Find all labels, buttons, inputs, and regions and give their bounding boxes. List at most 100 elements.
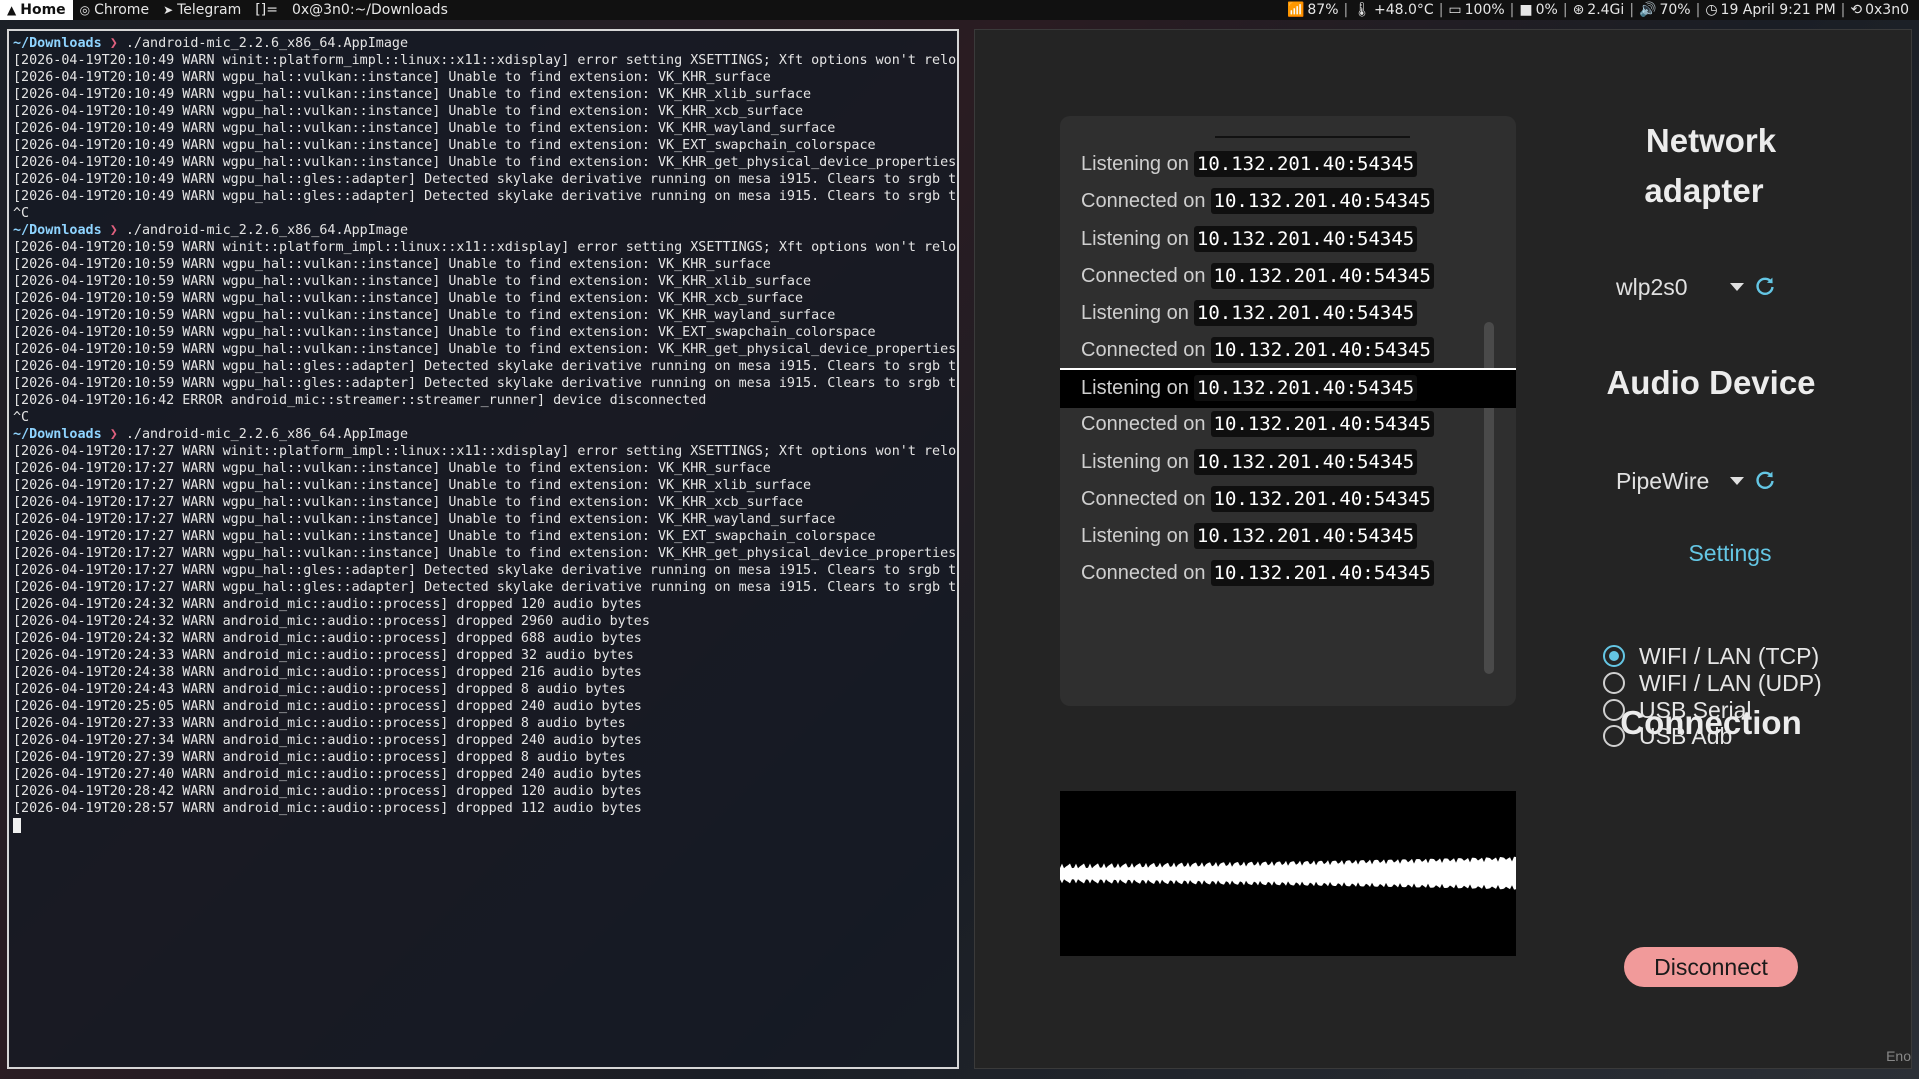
terminal-window[interactable]: ~/Downloads ❯ ./android-mic_2.2.6_x86_64… [7, 29, 959, 1069]
prompt-command: ./android-mic_2.2.6_x86_64.AppImage [125, 223, 409, 238]
terminal-line: [2026-04-19T20:27:39 WARN android_mic::a… [13, 750, 626, 765]
terminal-line: [2026-04-19T20:10:59 WARN wgpu_hal::vulk… [13, 257, 771, 272]
battery-status: ▭ 100% [1448, 2, 1505, 18]
log-divider [1215, 136, 1410, 138]
log-status-text: Connected on [1081, 264, 1206, 287]
connection-option[interactable]: WIFI / LAN (TCP) [1603, 642, 1819, 670]
log-row[interactable]: Listening on 10.132.201.40:54345 [1060, 144, 1516, 184]
log-address: 10.132.201.40:54345 [1193, 151, 1418, 177]
audio-device-title: Audio Device [1606, 364, 1816, 401]
log-address: 10.132.201.40:54345 [1210, 560, 1434, 586]
window-title: 0x@3n0:~/Downloads [291, 2, 448, 18]
log-status-text: Listening on [1081, 301, 1189, 324]
radio-unchecked-icon[interactable] [1603, 699, 1625, 721]
network-refresh-icon[interactable] [1753, 274, 1777, 298]
log-status-text: Listening on [1081, 450, 1189, 473]
terminal-line: [2026-04-19T20:17:27 WARN wgpu_hal::vulk… [13, 512, 836, 527]
terminal-line: [2026-04-19T20:17:27 WARN wgpu_hal::vulk… [13, 529, 876, 544]
terminal-line: [2026-04-19T20:17:27 WARN winit::platfor… [13, 444, 957, 459]
terminal-line: [2026-04-19T20:24:32 WARN android_mic::a… [13, 614, 650, 629]
audio-device-select[interactable]: PipeWire [1616, 466, 1756, 496]
terminal-line: [2026-04-19T20:17:27 WARN wgpu_hal::vulk… [13, 546, 957, 561]
chevron-down-icon [1730, 477, 1744, 485]
log-address: 10.132.201.40:54345 [1210, 486, 1434, 512]
connection-option-label: USB Serial [1639, 696, 1752, 723]
memory-icon: ⊛ [1572, 2, 1585, 18]
arch-icon: ▲ [7, 3, 17, 17]
thermometer-icon: 🌡 [1353, 2, 1371, 18]
settings-link[interactable]: Settings [1670, 540, 1790, 567]
connection-option[interactable]: USB Serial [1603, 696, 1751, 724]
terminal-line: [2026-04-19T20:10:59 WARN wgpu_hal::vulk… [13, 274, 812, 289]
log-row[interactable]: Connected on 10.132.201.40:54345 [1060, 330, 1516, 370]
telegram-icon: ➤ [163, 3, 174, 17]
radio-unchecked-icon[interactable] [1603, 725, 1625, 747]
terminal-line: [2026-04-19T20:10:59 WARN winit::platfor… [13, 240, 957, 255]
log-status-text: Listening on [1081, 152, 1189, 175]
radio-unchecked-icon[interactable] [1603, 672, 1625, 694]
log-address: 10.132.201.40:54345 [1210, 411, 1434, 437]
terminal-line: [2026-04-19T20:10:59 WARN wgpu_hal::gles… [13, 376, 957, 391]
workspace-chrome[interactable]: ◎ Chrome [73, 0, 156, 20]
terminal-line: [2026-04-19T20:17:27 WARN wgpu_hal::gles… [13, 563, 957, 578]
log-row[interactable]: Listening on 10.132.201.40:54345 [1060, 516, 1516, 556]
radio-checked-icon[interactable] [1603, 645, 1625, 667]
log-address: 10.132.201.40:54345 [1193, 226, 1418, 252]
network-adapter-title: Network adapter [1644, 122, 1777, 209]
log-status-text: Connected on [1081, 338, 1206, 361]
workspace-telegram[interactable]: ➤ Telegram [156, 0, 248, 20]
terminal-line: ^C [13, 206, 30, 221]
temp-status: 🌡 +48.0°C [1353, 2, 1434, 18]
terminal-prompt-line: ~/Downloads ❯ ./android-mic_2.2.6_x86_64… [13, 222, 957, 239]
disconnect-button[interactable]: Disconnect [1624, 947, 1798, 987]
terminal-line: [2026-04-19T20:24:33 WARN android_mic::a… [13, 648, 634, 663]
terminal-line: [2026-04-19T20:17:27 WARN wgpu_hal::vulk… [13, 461, 771, 476]
log-row[interactable]: Connected on 10.132.201.40:54345 [1060, 256, 1516, 296]
layout-symbol[interactable]: []= [248, 0, 285, 20]
connection-log[interactable]: Listening on 10.132.201.40:54345 Connected… [1060, 116, 1516, 706]
connection-option-label: WIFI / LAN (UDP) [1639, 669, 1822, 696]
terminal-line: [2026-04-19T20:27:34 WARN android_mic::a… [13, 733, 642, 748]
terminal-line: [2026-04-19T20:17:27 WARN wgpu_hal::vulk… [13, 478, 812, 493]
log-row[interactable]: Listening on 10.132.201.40:54345 [1060, 368, 1516, 408]
workspace-home[interactable]: ▲ Home [0, 0, 73, 20]
speaker-icon: 🔊 [1639, 2, 1657, 18]
log-status-text: Connected on [1081, 487, 1206, 510]
cpu-status: ■ 0% [1519, 2, 1558, 18]
terminal-line: [2026-04-19T20:16:42 ERROR android_mic::… [13, 393, 707, 408]
terminal-line: [2026-04-19T20:10:59 WARN wgpu_hal::vulk… [13, 342, 957, 357]
terminal-line: [2026-04-19T20:10:59 WARN wgpu_hal::vulk… [13, 291, 804, 306]
log-row[interactable]: Listening on 10.132.201.40:54345 [1060, 293, 1516, 333]
log-row[interactable]: Connected on 10.132.201.40:54345 [1060, 553, 1516, 593]
terminal-line: [2026-04-19T20:27:33 WARN android_mic::a… [13, 716, 626, 731]
log-address: 10.132.201.40:54345 [1193, 523, 1418, 549]
network-adapter-select[interactable]: wlp2s0 [1616, 272, 1756, 302]
log-status-text: Connected on [1081, 412, 1206, 435]
log-row[interactable]: Listening on 10.132.201.40:54345 [1060, 219, 1516, 259]
terminal-line: [2026-04-19T20:10:49 WARN wgpu_hal::gles… [13, 189, 957, 204]
waveform-graph [1060, 856, 1516, 890]
prompt-command: ./android-mic_2.2.6_x86_64.AppImage [125, 36, 409, 51]
terminal-line: [2026-04-19T20:28:42 WARN android_mic::a… [13, 784, 642, 799]
log-status-text: Connected on [1081, 189, 1206, 212]
audio-refresh-icon[interactable] [1753, 468, 1777, 492]
wifi-icon: 📶 [1286, 2, 1305, 18]
terminal-line: [2026-04-19T20:10:59 WARN wgpu_hal::vulk… [13, 308, 836, 323]
log-row[interactable]: Connected on 10.132.201.40:54345 [1060, 181, 1516, 221]
connection-option[interactable]: WIFI / LAN (UDP) [1603, 669, 1822, 697]
user-icon: ⟲ [1850, 2, 1863, 18]
terminal-line: [2026-04-19T20:24:43 WARN android_mic::a… [13, 682, 626, 697]
waveform-shape [1060, 856, 1516, 890]
log-row[interactable]: Connected on 10.132.201.40:54345 [1060, 479, 1516, 519]
prompt-cwd: ~/Downloads [13, 36, 102, 51]
wifi-status: 📶 87% [1286, 2, 1339, 18]
log-row[interactable]: Listening on 10.132.201.40:54345 [1060, 442, 1516, 482]
log-row[interactable]: Connected on 10.132.201.40:54345 [1060, 404, 1516, 444]
connection-option[interactable]: USB Adb [1603, 722, 1732, 750]
terminal-prompt-line: ~/Downloads ❯ ./android-mic_2.2.6_x86_64… [13, 426, 957, 443]
terminal-line: [2026-04-19T20:10:49 WARN wgpu_hal::vulk… [13, 121, 836, 136]
cpu-icon: ■ [1519, 2, 1533, 18]
terminal-line: [2026-04-19T20:28:57 WARN android_mic::a… [13, 801, 642, 816]
terminal-output: ~/Downloads ❯ ./android-mic_2.2.6_x86_64… [9, 31, 957, 834]
log-status-text: Connected on [1081, 561, 1206, 584]
